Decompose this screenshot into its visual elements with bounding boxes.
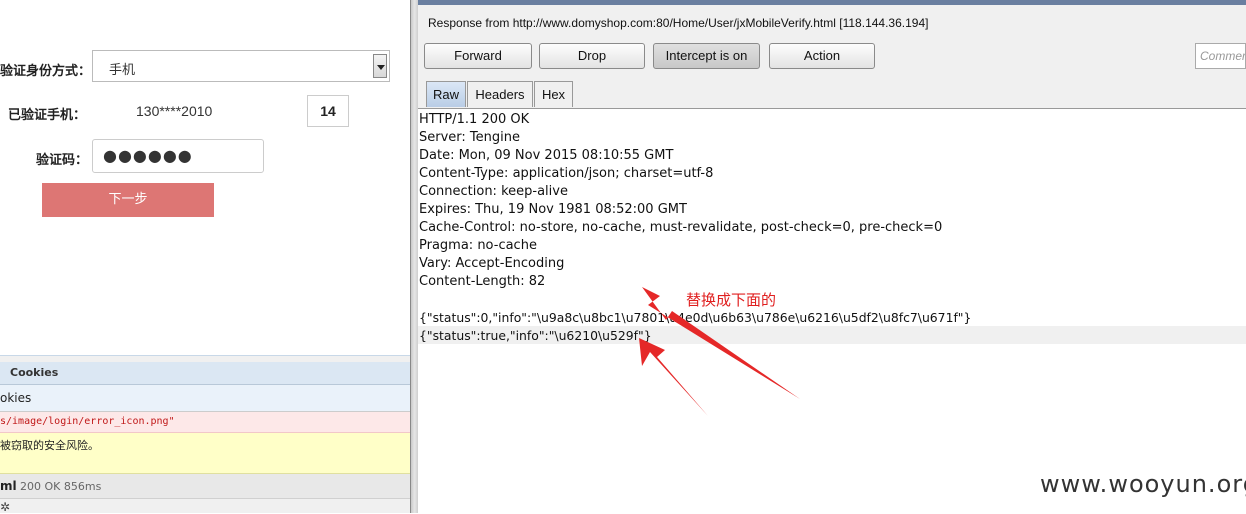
verify-method-label: 验证身份方式：	[0, 64, 92, 79]
network-row-name: ml	[0, 479, 17, 493]
arrow-icon	[639, 338, 708, 416]
resend-countdown-button[interactable]: 14	[307, 95, 349, 127]
dropdown-arrow-icon[interactable]	[373, 54, 387, 78]
annotation-text: 替换成下面的	[686, 291, 777, 309]
verification-code-input[interactable]: ●●●●●●	[92, 139, 264, 173]
devtools-sub-label: okies	[0, 391, 32, 405]
network-row[interactable]: ml 200 OK 856ms	[0, 474, 410, 499]
devtools-tab-cookies[interactable]: Cookies	[0, 362, 410, 385]
verify-method-select[interactable]: 手机	[92, 50, 390, 82]
console-error-text: s/image/login/error_icon.png"	[0, 416, 175, 427]
code-label: 验证码：	[36, 153, 89, 168]
verified-phone-label: 已验证手机：	[8, 108, 87, 123]
verify-method-value: 手机	[109, 63, 136, 78]
devtools-subheader: okies	[0, 385, 410, 412]
console-warning-row: 被窃取的安全风险。	[0, 433, 410, 474]
window-splitter[interactable]	[410, 0, 418, 513]
next-step-button[interactable]: 下一步	[42, 183, 214, 217]
network-row-status: 200 OK 856ms	[20, 480, 102, 493]
console-error-row: s/image/login/error_icon.png"	[0, 412, 410, 433]
console-warning-text: 被窃取的安全风险。	[0, 439, 99, 452]
watermark: www.wooyun.org	[1040, 470, 1246, 498]
loading-spinner-icon: ✲	[0, 500, 11, 513]
annotation-arrows	[639, 287, 800, 416]
verified-phone-value: 130****2010	[136, 103, 213, 119]
web-page-pane: 验证身份方式： 手机 已验证手机： 130****2010 14 验证码： ●●…	[0, 0, 410, 513]
devtools-tab-label: Cookies	[10, 366, 59, 379]
